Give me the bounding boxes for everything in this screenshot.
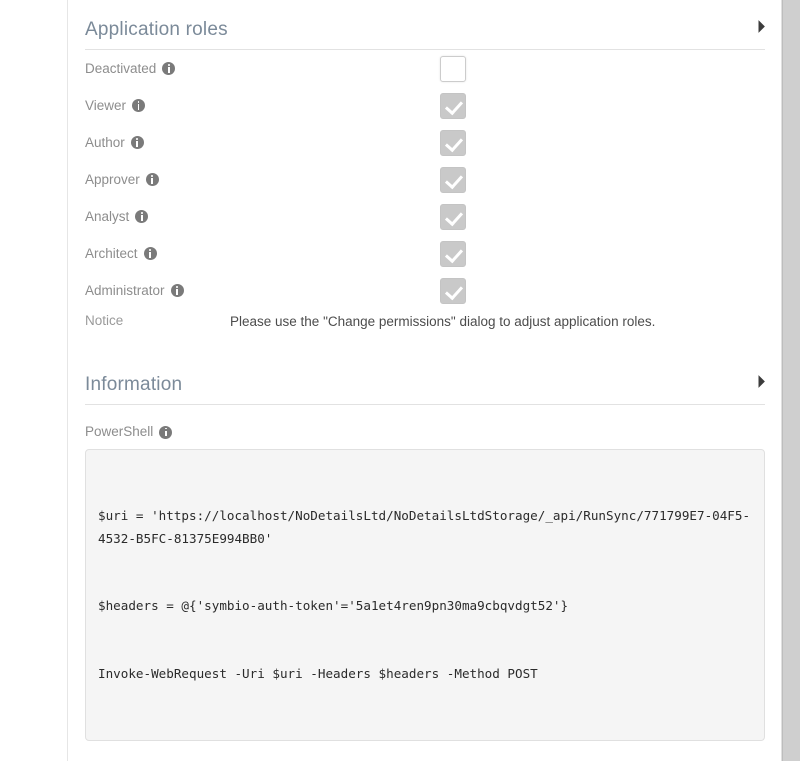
role-checkbox-author[interactable] — [440, 129, 466, 156]
role-control — [440, 55, 765, 82]
vertical-scrollbar[interactable] — [782, 0, 800, 761]
code-line: Invoke-WebRequest -Uri $uri -Headers $he… — [98, 665, 538, 681]
role-label: Deactivated — [85, 60, 157, 76]
info-icon[interactable] — [130, 136, 144, 149]
role-label-group: Viewer — [85, 97, 440, 115]
role-checkbox-architect[interactable] — [440, 240, 466, 267]
role-row-author: Author — [85, 124, 765, 161]
role-row-viewer: Viewer — [85, 87, 765, 124]
powershell-label: PowerShell — [85, 424, 154, 439]
role-control — [440, 129, 765, 156]
notice-text: Please use the "Change permissions" dial… — [230, 314, 656, 329]
page-frame: Application roles Deactivated Viewer Aut… — [0, 0, 800, 761]
role-checkbox-approver[interactable] — [440, 166, 466, 193]
info-icon[interactable] — [145, 173, 159, 186]
role-control — [440, 166, 765, 193]
role-checkbox-deactivated[interactable] — [440, 55, 466, 82]
role-checkbox-viewer[interactable] — [440, 92, 466, 119]
role-row-architect: Architect — [85, 235, 765, 272]
section-title-information: Information — [85, 374, 183, 395]
code-line: $uri = 'https://localhost/NoDetailsLtd/N… — [98, 508, 751, 546]
code-line: $headers = @{'symbio-auth-token'='5a1et4… — [98, 598, 569, 613]
powershell-code-box[interactable]: $uri = 'https://localhost/NoDetailsLtd/N… — [85, 449, 765, 741]
role-label-group: Administrator — [85, 282, 440, 300]
role-control — [440, 240, 765, 267]
info-icon[interactable] — [159, 425, 173, 439]
notice-row: Notice Please use the "Change permission… — [85, 309, 765, 347]
role-row-analyst: Analyst — [85, 198, 765, 235]
info-icon[interactable] — [143, 247, 157, 260]
role-checkbox-administrator[interactable] — [440, 277, 466, 304]
role-label: Approver — [85, 171, 140, 187]
role-label: Viewer — [85, 97, 127, 113]
role-control — [440, 203, 765, 230]
section-header-application-roles[interactable]: Application roles — [85, 0, 765, 50]
left-gutter — [0, 0, 68, 761]
role-control — [440, 92, 765, 119]
role-label-group: Author — [85, 134, 440, 152]
role-checkbox-analyst[interactable] — [440, 203, 466, 230]
notice-label: Notice — [85, 313, 124, 328]
role-row-administrator: Administrator — [85, 272, 765, 309]
role-row-approver: Approver — [85, 161, 765, 198]
role-control — [440, 277, 765, 304]
role-label: Administrator — [85, 282, 165, 298]
role-label: Analyst — [85, 208, 130, 224]
section-header-information[interactable]: Information — [85, 355, 765, 405]
info-icon[interactable] — [170, 284, 184, 297]
info-icon[interactable] — [132, 99, 146, 112]
info-icon[interactable] — [135, 210, 149, 223]
powershell-label-group: PowerShell — [85, 423, 765, 441]
role-label: Author — [85, 134, 125, 150]
section-title-application-roles: Application roles — [85, 19, 228, 40]
role-label: Architect — [85, 245, 138, 261]
role-label-group: Approver — [85, 171, 440, 189]
role-label-group: Deactivated — [85, 60, 440, 78]
info-icon[interactable] — [162, 62, 176, 75]
role-label-group: Architect — [85, 245, 440, 263]
content-pane: Application roles Deactivated Viewer Aut… — [69, 0, 782, 761]
role-label-group: Analyst — [85, 208, 440, 226]
role-row-deactivated: Deactivated — [85, 50, 765, 87]
